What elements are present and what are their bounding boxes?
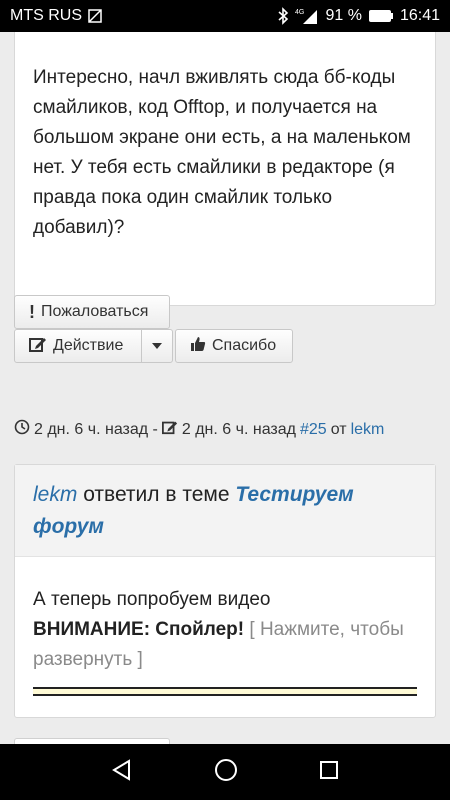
edit-icon	[161, 419, 178, 440]
thumbs-up-icon	[190, 336, 206, 357]
battery-icon	[368, 9, 394, 23]
clock-icon	[14, 419, 30, 440]
recents-icon[interactable]	[319, 760, 339, 785]
action-label: Действие	[53, 337, 124, 354]
no-sim-icon	[88, 9, 102, 23]
author-link[interactable]: lekm	[351, 421, 385, 439]
post-card: Интересно, начл вживлять сюда бб-коды см…	[14, 32, 436, 306]
post-meta: 2 дн. 6 ч. назад - 2 дн. 6 ч. назад #25 …	[14, 419, 384, 440]
report-button[interactable]: ! Пожаловаться	[14, 295, 170, 329]
navigation-bar	[0, 744, 450, 800]
exclamation-icon: !	[29, 301, 35, 322]
spoiler-warning: ВНИМАНИЕ: Спойлер!	[33, 619, 245, 640]
carrier-label: MTS RUS	[10, 7, 82, 24]
post-card: lekm ответил в теме Тестируем форум А те…	[14, 464, 436, 718]
bluetooth-icon	[277, 7, 289, 25]
user-link[interactable]: lekm	[33, 483, 77, 506]
spoiler-line: ВНИМАНИЕ: Спойлер! [ Нажмите, чтобы разв…	[33, 615, 417, 675]
posted-time: 2 дн. 6 ч. назад -	[34, 420, 158, 438]
signal-icon: 4G	[295, 7, 319, 25]
action-button[interactable]: Действие	[14, 329, 142, 363]
post-header: lekm ответил в теме Тестируем форум	[15, 465, 435, 557]
page-content: Интересно, начл вживлять сюда бб-коды см…	[0, 32, 450, 744]
caret-down-icon	[151, 337, 163, 355]
clock: 16:41	[399, 7, 440, 24]
battery-percent: 91 %	[325, 7, 362, 24]
edit-icon	[29, 336, 47, 357]
edited-time: 2 дн. 6 ч. назад	[181, 420, 296, 438]
status-bar: MTS RUS 4G 91 % 16:41	[0, 0, 450, 32]
svg-text:4G: 4G	[295, 9, 304, 16]
spoiler-content	[33, 687, 417, 696]
from-label: от	[330, 420, 347, 438]
home-icon[interactable]	[214, 758, 238, 787]
post-number-link[interactable]: #25	[300, 421, 327, 439]
report-label: Пожаловаться	[41, 303, 149, 320]
thanks-label: Спасибо	[212, 337, 277, 354]
replied-label: ответил в теме	[83, 483, 230, 506]
thanks-button[interactable]: Спасибо	[175, 329, 293, 363]
action-dropdown-toggle[interactable]	[141, 329, 173, 363]
back-icon[interactable]	[111, 758, 133, 786]
post-body: А теперь попробуем видео ВНИМАНИЕ: Спойл…	[15, 557, 435, 696]
post-text: А теперь попробуем видео	[33, 589, 271, 610]
post-text: Интересно, начл вживлять сюда бб-коды см…	[33, 67, 411, 238]
